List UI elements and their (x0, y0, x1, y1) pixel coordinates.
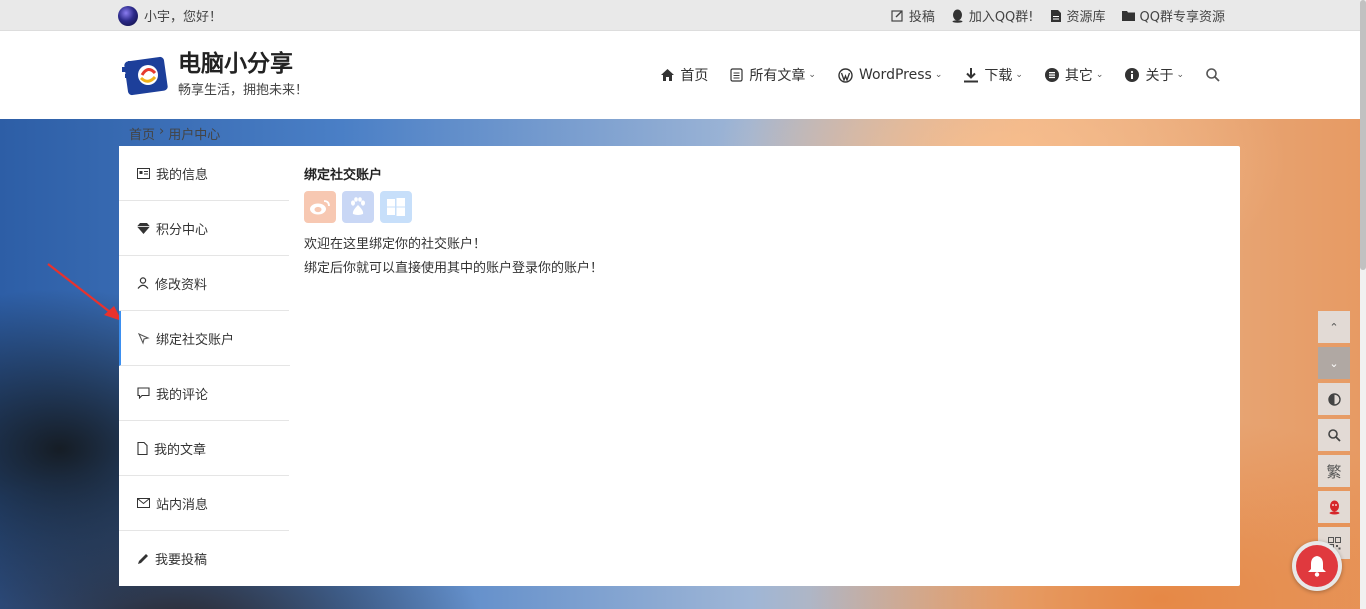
site-title: 电脑小分享 (178, 51, 293, 77)
chevron-down-icon: ⌄ (1329, 356, 1339, 370)
sidebar-item-my-info[interactable]: 我的信息 (119, 146, 289, 201)
sidebar-item-points[interactable]: 积分中心 (119, 201, 289, 256)
nav-download[interactable]: 下载 ⌄ (964, 65, 1023, 85)
baidu-bind-button[interactable] (342, 191, 374, 223)
qq-icon (1329, 500, 1339, 514)
annotation-arrow (47, 263, 122, 321)
document-icon (730, 68, 744, 82)
link-pointer-icon (137, 332, 150, 345)
breadcrumb: 首页 › 用户中心 (129, 124, 220, 143)
weibo-icon (310, 200, 330, 215)
top-links: 投稿 加入QQ群! 资源库 QQ群专享资源 (875, 0, 1225, 31)
user-greeting[interactable]: 小宇，您好！ (118, 5, 222, 26)
qq-exclusive-resources-link[interactable]: QQ群专享资源 (1121, 6, 1225, 25)
resource-library-link[interactable]: 资源库 (1050, 6, 1106, 25)
scroll-bottom-button[interactable]: ⌄ (1318, 347, 1350, 379)
bell-icon (1308, 556, 1326, 577)
avatar[interactable] (118, 5, 138, 26)
sidebar-item-bind-social[interactable]: 绑定社交账户 (119, 311, 290, 366)
site-header: 电脑小分享 畅享生活，拥抱未来！ 首页 所有文章 ⌄ WordPress ⌄ 下载 ⌄… (0, 31, 1366, 119)
site-subtitle: 畅享生活，拥抱未来！ (178, 83, 309, 98)
sidebar-item-submit-post[interactable]: 我要投稿 (119, 531, 289, 586)
section-title: 绑定社交账户 (304, 168, 383, 183)
chevron-down-icon: ⌄ (1015, 70, 1023, 80)
qq-contact-button[interactable] (1318, 491, 1350, 523)
info-icon (1125, 68, 1140, 82)
floating-toolbar: ⌃ ⌄ 繁 (1318, 311, 1350, 563)
user-icon (137, 277, 149, 289)
nav-about[interactable]: 关于 ⌄ (1125, 65, 1184, 85)
user-center-panel: 我的信息 积分中心 修改资料 绑定社交账户 我的评论 我的文章 站内消息 我要投… (119, 146, 1240, 586)
mail-icon (137, 498, 150, 508)
search-icon (1206, 68, 1220, 82)
qq-icon (952, 9, 963, 23)
nav-wordpress[interactable]: WordPress ⌄ (838, 67, 942, 83)
site-logo[interactable]: 电脑小分享 畅享生活，拥抱未来！ (122, 51, 308, 98)
id-card-icon (137, 167, 150, 179)
traditional-chinese-button[interactable]: 繁 (1318, 455, 1350, 487)
sidebar-item-my-articles[interactable]: 我的文章 (119, 421, 289, 476)
edit-icon (891, 10, 903, 22)
windows-bind-button[interactable] (380, 191, 412, 223)
social-buttons (304, 191, 603, 223)
breadcrumb-current: 用户中心 (168, 128, 221, 143)
breadcrumb-separator: › (159, 124, 165, 139)
sidebar-item-my-comments[interactable]: 我的评论 (119, 366, 289, 421)
join-qq-group-link[interactable]: 加入QQ群! (951, 6, 1034, 25)
diamond-icon (137, 222, 150, 234)
folder-icon (1121, 11, 1135, 21)
file-icon (1050, 9, 1061, 22)
submit-post-link[interactable]: 投稿 (891, 6, 935, 25)
home-icon (661, 69, 675, 81)
search-button[interactable] (1318, 419, 1350, 451)
sidebar-item-messages[interactable]: 站内消息 (119, 476, 289, 531)
welcome-text: 欢迎在这里绑定你的社交账户！ (304, 237, 487, 252)
breadcrumb-home[interactable]: 首页 (129, 124, 155, 143)
file-icon (137, 441, 148, 455)
nav-other[interactable]: 其它 ⌄ (1044, 65, 1104, 85)
baidu-icon (351, 197, 365, 215)
chevron-down-icon: ⌄ (808, 70, 816, 80)
wordpress-icon (838, 67, 853, 83)
instructions-text: 绑定后你就可以直接使用其中的账户登录你的账户！ (304, 261, 604, 276)
chevron-down-icon: ⌄ (1176, 70, 1184, 80)
nav-search-button[interactable] (1206, 68, 1226, 82)
chevron-up-icon: ⌃ (1329, 320, 1339, 334)
user-sidebar: 我的信息 积分中心 修改资料 绑定社交账户 我的评论 我的文章 站内消息 我要投… (119, 146, 290, 586)
traditional-chinese-icon: 繁 (1326, 462, 1342, 481)
theme-toggle-button[interactable] (1318, 383, 1350, 415)
contrast-icon (1327, 392, 1341, 406)
comment-icon (137, 387, 150, 399)
pencil-icon (138, 553, 148, 564)
bind-social-content: 绑定社交账户 欢迎在这里绑定你的社交账户！ 绑定后你就可以直接使用其中的账户登录… (304, 164, 603, 281)
download-icon (964, 67, 979, 82)
chevron-down-icon: ⌄ (934, 70, 943, 80)
chevron-down-icon: ⌄ (1095, 70, 1104, 80)
top-bar: 小宇，您好！ 投稿 加入QQ群! 资源库 QQ群专享资源 (0, 0, 1366, 31)
nav-home[interactable]: 首页 (661, 65, 708, 85)
windows-icon (387, 198, 405, 216)
list-icon (1044, 68, 1059, 82)
main-nav: 首页 所有文章 ⌄ WordPress ⌄ 下载 ⌄ 其它 ⌄ 关于 ⌄ (639, 31, 1226, 119)
page-scrollbar[interactable] (1360, 0, 1366, 609)
scrollbar-thumb[interactable] (1360, 0, 1366, 270)
search-icon (1327, 428, 1341, 442)
greeting-text: 小宇，您好！ (144, 10, 223, 25)
weibo-bind-button[interactable] (304, 191, 336, 223)
scroll-top-button[interactable]: ⌃ (1318, 311, 1350, 343)
notification-bell-button[interactable] (1292, 541, 1342, 591)
logo-icon (122, 53, 170, 97)
sidebar-item-edit-profile[interactable]: 修改资料 (119, 256, 289, 311)
nav-all-articles[interactable]: 所有文章 ⌄ (730, 65, 816, 85)
